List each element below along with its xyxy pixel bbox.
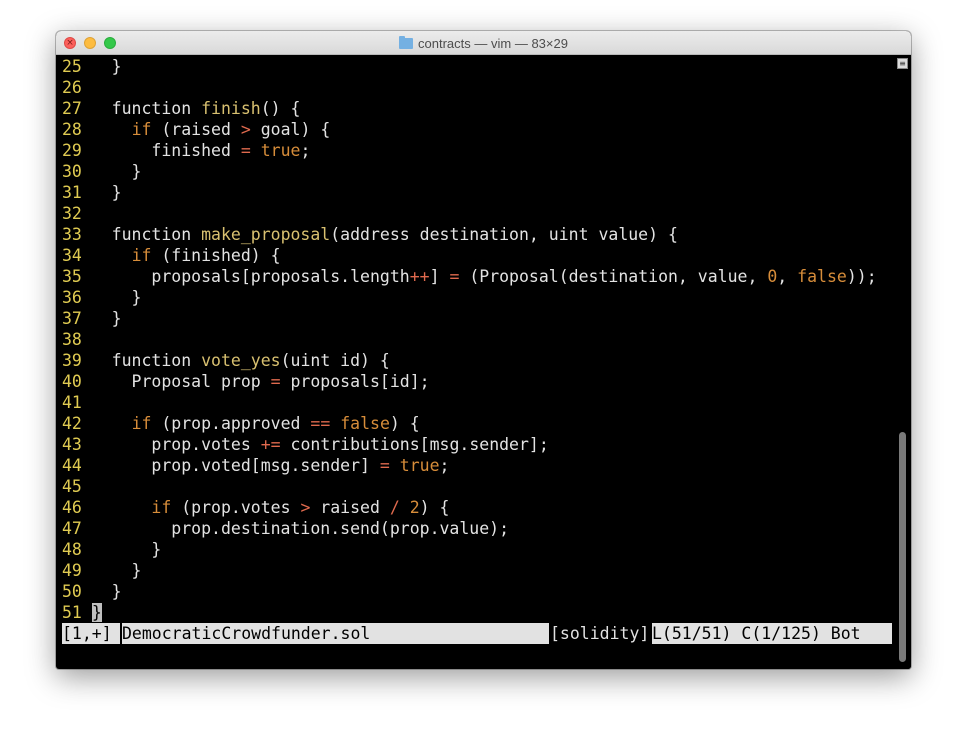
- line-number: 36: [62, 288, 92, 307]
- code-text: prop.voted[msg.sender] = true;: [91, 456, 450, 475]
- code-text: if (finished) {: [131, 246, 281, 265]
- vertical-scrollbar[interactable]: ≡: [894, 56, 911, 669]
- code-line[interactable]: 36 }: [62, 287, 892, 308]
- line-number: 47: [62, 519, 92, 538]
- line-number: 38: [62, 330, 92, 349]
- code-text: }: [91, 57, 122, 76]
- line-number: 31: [62, 183, 92, 202]
- code-line[interactable]: 42 if (prop.approved == false) {: [62, 413, 892, 434]
- scrollbar-thumb[interactable]: [899, 432, 906, 662]
- statusline-filetype: [solidity]: [550, 623, 650, 644]
- code-line[interactable]: 35 proposals[proposals.length++] = (Prop…: [62, 266, 892, 287]
- window-title: contracts — vim — 83×29: [418, 35, 568, 51]
- code-text: }: [91, 540, 162, 559]
- code-line[interactable]: 38: [62, 329, 892, 350]
- code-text: if (raised > goal) {: [131, 120, 331, 139]
- code-text: }: [91, 309, 122, 328]
- code-text: function make_proposal(address destinati…: [91, 225, 678, 244]
- line-number: 37: [62, 309, 92, 328]
- line-number: 51: [62, 603, 92, 622]
- line-number: 48: [62, 540, 92, 559]
- line-number: 44: [62, 456, 92, 475]
- line-number: 42: [62, 414, 92, 433]
- line-number: 49: [62, 561, 92, 580]
- statusline-filename: DemocraticCrowdfunder.sol: [122, 623, 549, 644]
- code-text: prop.votes += contributions[msg.sender];: [91, 435, 549, 454]
- scrollbar-menu-icon[interactable]: ≡: [897, 58, 908, 69]
- line-number: 39: [62, 351, 92, 370]
- line-number: 46: [62, 498, 92, 517]
- code-text: Proposal prop = proposals[id];: [91, 372, 430, 391]
- code-line[interactable]: 37 }: [62, 308, 892, 329]
- code-text: if (prop.votes > raised / 2) {: [151, 498, 450, 517]
- code-text: function vote_yes(uint id) {: [91, 351, 390, 370]
- code-line[interactable]: 34 if (finished) {: [62, 245, 892, 266]
- line-number: 41: [62, 393, 92, 412]
- code-text: if (prop.approved == false) {: [131, 414, 420, 433]
- code-line[interactable]: 33 function make_proposal(address destin…: [62, 224, 892, 245]
- statusline-position: [1,+]: [62, 623, 120, 644]
- code-line[interactable]: 25 }: [62, 56, 892, 77]
- code-text: proposals[proposals.length++] = (Proposa…: [91, 267, 877, 286]
- line-number: 27: [62, 99, 92, 118]
- line-number: 43: [62, 435, 92, 454]
- code-text: }: [91, 603, 102, 622]
- code-line[interactable]: 29 finished = true;: [62, 140, 892, 161]
- code-line[interactable]: 28 if (raised > goal) {: [62, 119, 892, 140]
- code-line[interactable]: 45: [62, 476, 892, 497]
- line-number: 45: [62, 477, 92, 496]
- line-number: 29: [62, 141, 92, 160]
- line-number: 32: [62, 204, 92, 223]
- code-text: }: [91, 582, 122, 601]
- code-text: }: [91, 183, 122, 202]
- vim-statusline: [1,+] DemocraticCrowdfunder.sol [solidit…: [62, 623, 892, 644]
- code-line[interactable]: 30 }: [62, 161, 892, 182]
- line-number: 50: [62, 582, 92, 601]
- code-text: function finish() {: [91, 99, 301, 118]
- code-line[interactable]: 44 prop.voted[msg.sender] = true;: [62, 455, 892, 476]
- code-line[interactable]: 41: [62, 392, 892, 413]
- code-line[interactable]: 47 prop.destination.send(prop.value);: [62, 518, 892, 539]
- statusline-location: L(51/51) C(1/125) Bot: [652, 623, 892, 644]
- code-line[interactable]: 43 prop.votes += contributions[msg.sende…: [62, 434, 892, 455]
- code-text: finished = true;: [91, 141, 311, 160]
- title-bar[interactable]: × contracts — vim — 83×29: [56, 31, 911, 55]
- line-number: 34: [62, 246, 92, 265]
- code-line[interactable]: 26: [62, 77, 892, 98]
- code-line[interactable]: 31 }: [62, 182, 892, 203]
- code-line[interactable]: 32: [62, 203, 892, 224]
- code-line[interactable]: 50 }: [62, 581, 892, 602]
- line-number: 25: [62, 57, 92, 76]
- code-line[interactable]: 46 if (prop.votes > raised / 2) {: [62, 497, 892, 518]
- line-number: 35: [62, 267, 92, 286]
- cursor: }: [91, 603, 102, 622]
- code-text: }: [91, 288, 142, 307]
- line-number: 28: [62, 120, 92, 139]
- code-line[interactable]: 39 function vote_yes(uint id) {: [62, 350, 892, 371]
- terminal-window: × contracts — vim — 83×29 25 } 26 27 func…: [56, 31, 911, 669]
- vim-editor-buffer[interactable]: 25 } 26 27 function finish() {28 if (rais…: [62, 56, 892, 644]
- code-line[interactable]: 27 function finish() {: [62, 98, 892, 119]
- code-line[interactable]: 49 }: [62, 560, 892, 581]
- line-number: 30: [62, 162, 92, 181]
- line-number: 26: [62, 78, 92, 97]
- code-line[interactable]: 48 }: [62, 539, 892, 560]
- window-title-group: contracts — vim — 83×29: [56, 31, 911, 55]
- code-text: }: [91, 561, 142, 580]
- code-line[interactable]: 51 }: [62, 602, 892, 623]
- line-number: 40: [62, 372, 92, 391]
- code-line[interactable]: 40 Proposal prop = proposals[id];: [62, 371, 892, 392]
- line-number: 33: [62, 225, 92, 244]
- code-text: prop.destination.send(prop.value);: [91, 519, 510, 538]
- folder-icon: [399, 35, 414, 49]
- code-text: }: [91, 162, 142, 181]
